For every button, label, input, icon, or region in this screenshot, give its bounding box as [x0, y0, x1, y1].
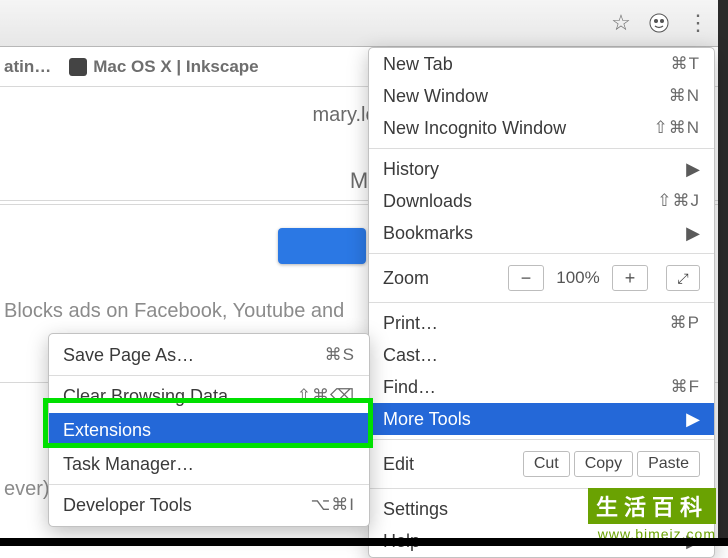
- submenu-item-extensions[interactable]: Extensions: [49, 413, 369, 447]
- menu-label: Find…: [383, 377, 436, 398]
- chrome-main-menu: New Tab ⌘T New Window ⌘N New Incognito W…: [368, 47, 715, 558]
- menu-shortcut: ⌘N: [669, 86, 700, 106]
- submenu-item-task-manager[interactable]: Task Manager…: [49, 447, 369, 481]
- menu-label: Developer Tools: [63, 495, 192, 516]
- submenu-item-developer-tools[interactable]: Developer Tools ⌥⌘I: [49, 488, 369, 522]
- bookmark-item[interactable]: atin…: [4, 57, 51, 77]
- cut-button[interactable]: Cut: [523, 451, 570, 477]
- menu-item-zoom: Zoom − 100% + ⤢: [369, 258, 714, 298]
- menu-label: New Tab: [383, 54, 453, 75]
- menu-separator: [369, 253, 714, 254]
- watermark: 生活百科 www.bimeiz.com: [588, 488, 716, 542]
- menu-label: Task Manager…: [63, 454, 194, 475]
- submenu-arrow-icon: ▶: [686, 159, 700, 180]
- menu-item-more-tools[interactable]: More Tools ▶: [369, 403, 714, 435]
- zoom-in-button[interactable]: +: [612, 265, 648, 291]
- copy-button[interactable]: Copy: [574, 451, 633, 477]
- page-text-fragment: ever): [4, 478, 50, 501]
- menu-label: Save Page As…: [63, 345, 194, 366]
- menu-shortcut: ⇧⌘⌫: [297, 386, 355, 406]
- favicon-icon: [69, 58, 87, 76]
- menu-label: History: [383, 159, 439, 180]
- bookmark-label: Mac OS X | Inkscape: [93, 57, 258, 77]
- menu-label: Downloads: [383, 191, 472, 212]
- menu-label: Clear Browsing Data…: [63, 386, 246, 407]
- watermark-title: 生活百科: [588, 488, 716, 524]
- menu-label: New Incognito Window: [383, 118, 566, 139]
- menu-label: Print…: [383, 313, 438, 334]
- menu-item-new-incognito[interactable]: New Incognito Window ⇧⌘N: [369, 112, 714, 144]
- menu-item-edit: Edit Cut Copy Paste: [369, 444, 714, 484]
- extension-icon[interactable]: [644, 8, 674, 38]
- menu-label: Bookmarks: [383, 223, 473, 244]
- zoom-percent: 100%: [548, 268, 608, 288]
- menu-shortcut: ⌘T: [671, 54, 700, 74]
- menu-label: Zoom: [383, 268, 429, 289]
- window-edge: [718, 0, 728, 546]
- submenu-arrow-icon: ▶: [686, 223, 700, 244]
- bookmark-label: atin…: [4, 57, 51, 77]
- browser-toolbar: ☆ ⋮: [0, 0, 718, 47]
- menu-label: Cast…: [383, 345, 438, 366]
- menu-shortcut: ⌘P: [670, 313, 700, 333]
- menu-shortcut: ⌘F: [671, 377, 700, 397]
- bookmark-star-icon[interactable]: ☆: [606, 8, 636, 38]
- menu-shortcut: ⇧⌘N: [653, 118, 700, 138]
- menu-item-downloads[interactable]: Downloads ⇧⌘J: [369, 185, 714, 217]
- bookmark-item[interactable]: Mac OS X | Inkscape: [69, 57, 258, 77]
- menu-label: More Tools: [383, 409, 471, 430]
- menu-item-find[interactable]: Find… ⌘F: [369, 371, 714, 403]
- menu-label: Settings: [383, 499, 448, 520]
- submenu-arrow-icon: ▶: [686, 409, 700, 430]
- menu-shortcut: ⌥⌘I: [311, 495, 355, 515]
- menu-item-new-window[interactable]: New Window ⌘N: [369, 80, 714, 112]
- menu-separator: [49, 484, 369, 485]
- menu-label: Edit: [383, 454, 414, 475]
- zoom-out-button[interactable]: −: [508, 265, 544, 291]
- menu-separator: [369, 439, 714, 440]
- menu-item-new-tab[interactable]: New Tab ⌘T: [369, 48, 714, 80]
- page-description: Blocks ads on Facebook, Youtube and: [4, 300, 344, 323]
- menu-item-bookmarks[interactable]: Bookmarks ▶: [369, 217, 714, 249]
- menu-item-cast[interactable]: Cast…: [369, 339, 714, 371]
- menu-label: New Window: [383, 86, 488, 107]
- menu-separator: [49, 375, 369, 376]
- menu-label: Extensions: [63, 420, 151, 441]
- fullscreen-button[interactable]: ⤢: [666, 265, 700, 291]
- menu-shortcut: ⌘S: [325, 345, 355, 365]
- chrome-menu-button[interactable]: ⋮: [682, 8, 712, 38]
- menu-separator: [369, 148, 714, 149]
- primary-button[interactable]: [278, 228, 366, 264]
- submenu-item-clear-browsing[interactable]: Clear Browsing Data… ⇧⌘⌫: [49, 379, 369, 413]
- menu-shortcut: ⇧⌘J: [657, 191, 700, 211]
- paste-button[interactable]: Paste: [637, 451, 700, 477]
- bottom-border: [0, 538, 728, 546]
- menu-separator: [369, 302, 714, 303]
- submenu-item-save-page[interactable]: Save Page As… ⌘S: [49, 338, 369, 372]
- menu-item-print[interactable]: Print… ⌘P: [369, 307, 714, 339]
- menu-item-history[interactable]: History ▶: [369, 153, 714, 185]
- more-tools-submenu: Save Page As… ⌘S Clear Browsing Data… ⇧⌘…: [48, 333, 370, 527]
